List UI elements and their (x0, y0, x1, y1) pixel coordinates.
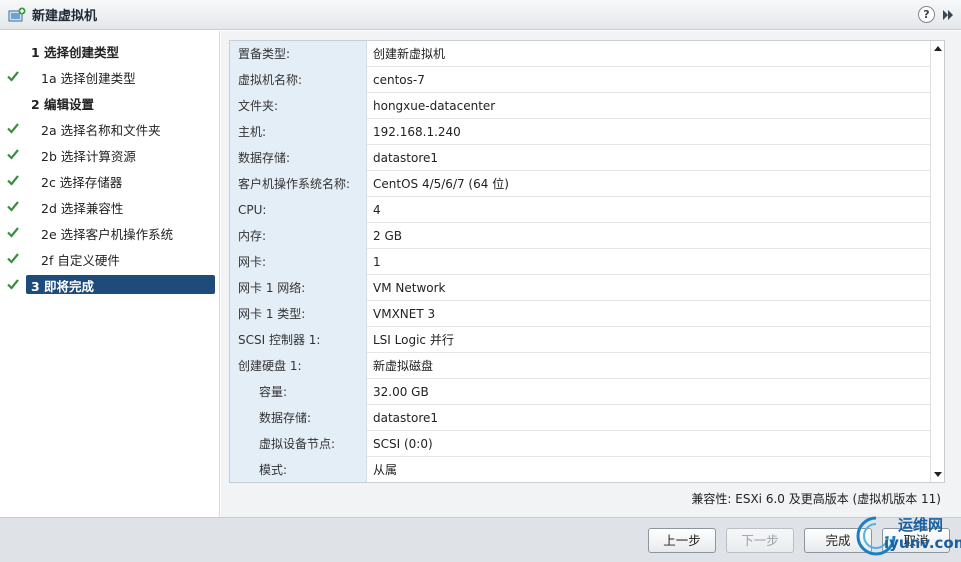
wizard-step-label: 3 即将完成 (31, 278, 95, 294)
wizard-step-2d[interactable]: 2d 选择兼容性 (0, 196, 220, 218)
wizard-step-label: 2 编辑设置 (31, 96, 95, 112)
summary-row: 容量: 32.00 GB (230, 379, 930, 405)
wizard-step-label: 2b 选择计算资源 (41, 148, 136, 164)
watermark-text-2: iyunv.com (884, 534, 961, 552)
summary-row: 网卡 1 类型: VMXNET 3 (230, 301, 930, 327)
summary-key: 网卡 1 网络: (230, 275, 367, 301)
new-vm-icon (8, 7, 26, 21)
summary-row: 客户机操作系统名称: CentOS 4/5/6/7 (64 位) (230, 171, 930, 197)
wizard-step-label: 1 选择创建类型 (31, 44, 120, 60)
summary-row: 置备类型: 创建新虚拟机 (230, 41, 930, 67)
double-chevron-right-icon[interactable] (941, 8, 955, 22)
summary-key: 文件夹: (230, 93, 367, 119)
wizard-step-2e[interactable]: 2e 选择客户机操作系统 (0, 222, 220, 244)
wizard-step-2b[interactable]: 2b 选择计算资源 (0, 144, 220, 166)
checkmark-icon (7, 149, 19, 160)
summary-key: 虚拟机名称: (230, 67, 367, 93)
summary-row: 虚拟机名称: centos-7 (230, 67, 930, 93)
summary-value: 创建新虚拟机 (373, 47, 446, 61)
checkmark-icon (7, 227, 19, 238)
dialog-footer: 上一步 下一步 完成 取消 (0, 517, 961, 562)
summary-row: SCSI 控制器 1: LSI Logic 并行 (230, 327, 930, 353)
summary-row: 模式: 从属 (230, 457, 930, 482)
watermark-logo: 运维网 iyunv.com (856, 512, 961, 562)
summary-row: 网卡: 1 (230, 249, 930, 275)
wizard-step-2[interactable]: 2 编辑设置 (0, 92, 220, 114)
summary-value: centos-7 (373, 73, 425, 87)
summary-value: CentOS 4/5/6/7 (64 位) (373, 177, 509, 191)
wizard-step-3[interactable]: 3 即将完成 (0, 274, 220, 296)
summary-row: 网卡 1 网络: VM Network (230, 275, 930, 301)
summary-row: 文件夹: hongxue-datacenter (230, 93, 930, 119)
scroll-down-icon[interactable] (933, 469, 943, 479)
summary-value: 1 (373, 255, 381, 269)
summary-key: 主机: (230, 119, 367, 145)
summary-key: 网卡 1 类型: (230, 301, 367, 327)
summary-key: 模式: (230, 457, 367, 482)
summary-value: VM Network (373, 281, 446, 295)
summary-value: hongxue-datacenter (373, 99, 496, 113)
wizard-step-2f[interactable]: 2f 自定义硬件 (0, 248, 220, 270)
summary-key: 虚拟设备节点: (230, 431, 367, 457)
summary-value: datastore1 (373, 151, 439, 165)
back-button[interactable]: 上一步 (648, 528, 716, 553)
watermark-text-1: 运维网 (898, 516, 944, 534)
summary-row: CPU: 4 (230, 197, 930, 223)
vertical-scrollbar[interactable] (930, 41, 944, 482)
wizard-step-label: 2d 选择兼容性 (41, 200, 124, 216)
summary-key: 内存: (230, 223, 367, 249)
dialog-titlebar: 新建虚拟机 ? (0, 0, 961, 30)
summary-row: 虚拟设备节点: SCSI (0:0) (230, 431, 930, 457)
summary-value: 新虚拟磁盘 (373, 359, 434, 373)
checkmark-icon (7, 279, 19, 290)
wizard-step-2c[interactable]: 2c 选择存储器 (0, 170, 220, 192)
help-button[interactable]: ? (918, 6, 935, 23)
summary-row: 数据存储: datastore1 (230, 405, 930, 431)
wizard-step-1a[interactable]: 1a 选择创建类型 (0, 66, 220, 88)
summary-key: 容量: (230, 379, 367, 405)
dialog-title: 新建虚拟机 (32, 9, 98, 24)
checkmark-icon (7, 123, 19, 134)
wizard-step-label: 2a 选择名称和文件夹 (41, 122, 161, 138)
summary-row: 创建硬盘 1: 新虚拟磁盘 (230, 353, 930, 379)
summary-value: VMXNET 3 (373, 307, 436, 321)
summary-key: 客户机操作系统名称: (230, 171, 367, 197)
wizard-steps-sidebar: 1 选择创建类型 1a 选择创建类型 2 编辑设置 2a 选择名称和文件夹 2b 选择计… (0, 31, 220, 517)
summary-value: SCSI (0:0) (373, 437, 433, 451)
summary-value: 32.00 GB (373, 385, 429, 399)
summary-table: 置备类型: 创建新虚拟机 虚拟机名称: centos-7 文件夹: hongxue-dat… (229, 40, 945, 483)
summary-key: 网卡: (230, 249, 367, 275)
ready-to-complete-panel: 置备类型: 创建新虚拟机 虚拟机名称: centos-7 文件夹: hongxue-dat… (221, 31, 961, 517)
checkmark-icon (7, 175, 19, 186)
next-button[interactable]: 下一步 (726, 528, 794, 553)
checkmark-icon (7, 253, 19, 264)
summary-key: 数据存储: (230, 145, 367, 171)
summary-value: datastore1 (373, 411, 439, 425)
compatibility-text: 兼容性: ESXi 6.0 及更高版本 (虚拟机版本 11) (691, 492, 941, 506)
summary-key: CPU: (230, 197, 367, 223)
wizard-step-2a[interactable]: 2a 选择名称和文件夹 (0, 118, 220, 140)
wizard-step-label: 2f 自定义硬件 (41, 252, 120, 268)
summary-key: SCSI 控制器 1: (230, 327, 367, 353)
summary-row: 内存: 2 GB (230, 223, 930, 249)
scroll-up-icon[interactable] (933, 44, 943, 54)
summary-value: 4 (373, 203, 381, 217)
summary-value: 从属 (373, 463, 398, 477)
checkmark-icon (7, 71, 19, 82)
summary-key: 置备类型: (230, 41, 367, 67)
summary-row: 主机: 192.168.1.240 (230, 119, 930, 145)
summary-value: 192.168.1.240 (373, 125, 461, 139)
summary-key: 创建硬盘 1: (230, 353, 367, 379)
wizard-step-label: 2c 选择存储器 (41, 174, 123, 190)
summary-key: 数据存储: (230, 405, 367, 431)
summary-value: 2 GB (373, 229, 402, 243)
wizard-step-1[interactable]: 1 选择创建类型 (0, 40, 220, 62)
summary-value: LSI Logic 并行 (373, 333, 454, 347)
wizard-step-label: 2e 选择客户机操作系统 (41, 226, 174, 242)
summary-row: 数据存储: datastore1 (230, 145, 930, 171)
checkmark-icon (7, 201, 19, 212)
wizard-step-label: 1a 选择创建类型 (41, 70, 136, 86)
